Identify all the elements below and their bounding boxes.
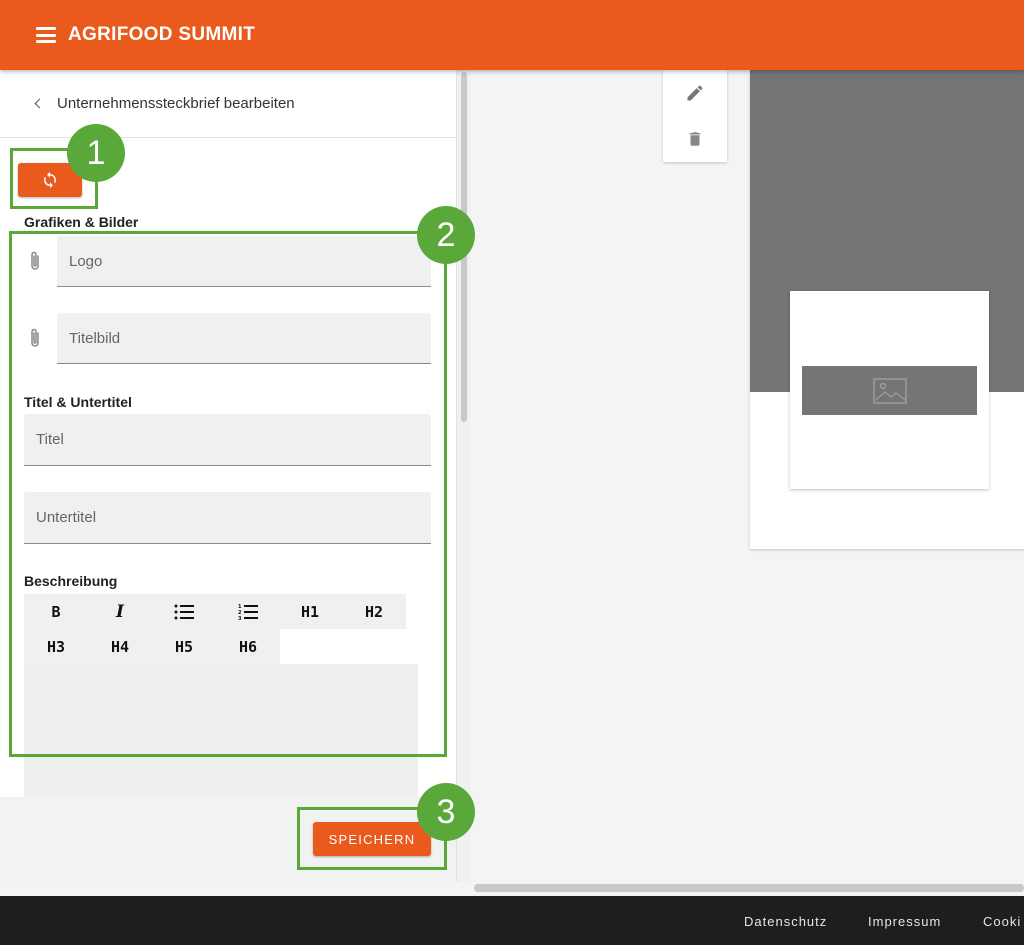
company-profile-preview bbox=[750, 70, 1024, 549]
canvas-horizontal-scrollbar[interactable] bbox=[474, 884, 1024, 892]
footer-link-cookies[interactable]: Cooki bbox=[983, 914, 1021, 929]
menu-icon[interactable] bbox=[36, 27, 56, 43]
chevron-left-icon bbox=[34, 98, 45, 109]
annotation-badge-1: 1 bbox=[67, 124, 125, 182]
edit-button[interactable] bbox=[663, 70, 727, 116]
annotation-badge-3: 3 bbox=[417, 783, 475, 841]
preview-canvas bbox=[470, 70, 1024, 882]
annotation-badge-2: 2 bbox=[417, 206, 475, 264]
footer: Datenschutz Impressum Cooki bbox=[0, 896, 1024, 945]
image-placeholder-icon bbox=[872, 377, 907, 404]
back-label: Unternehmenssteckbrief bearbeiten bbox=[57, 95, 295, 112]
trash-icon bbox=[689, 132, 701, 146]
back-button[interactable]: Unternehmenssteckbrief bearbeiten bbox=[0, 70, 456, 138]
logo-card bbox=[790, 291, 989, 489]
annotation-box-2 bbox=[9, 231, 447, 757]
logo-placeholder bbox=[802, 366, 977, 415]
panel-scrollbar[interactable] bbox=[456, 70, 470, 882]
element-tools bbox=[663, 70, 727, 162]
pencil-icon bbox=[687, 85, 703, 101]
section-graphics-label: Grafiken & Bilder bbox=[24, 214, 139, 230]
footer-link-impressum[interactable]: Impressum bbox=[868, 914, 941, 929]
delete-button[interactable] bbox=[663, 116, 727, 162]
app-header: AGRIFOOD SUMMIT bbox=[0, 0, 1024, 70]
footer-link-datenschutz[interactable]: Datenschutz bbox=[744, 914, 827, 929]
app-title: AGRIFOOD SUMMIT bbox=[68, 24, 256, 45]
